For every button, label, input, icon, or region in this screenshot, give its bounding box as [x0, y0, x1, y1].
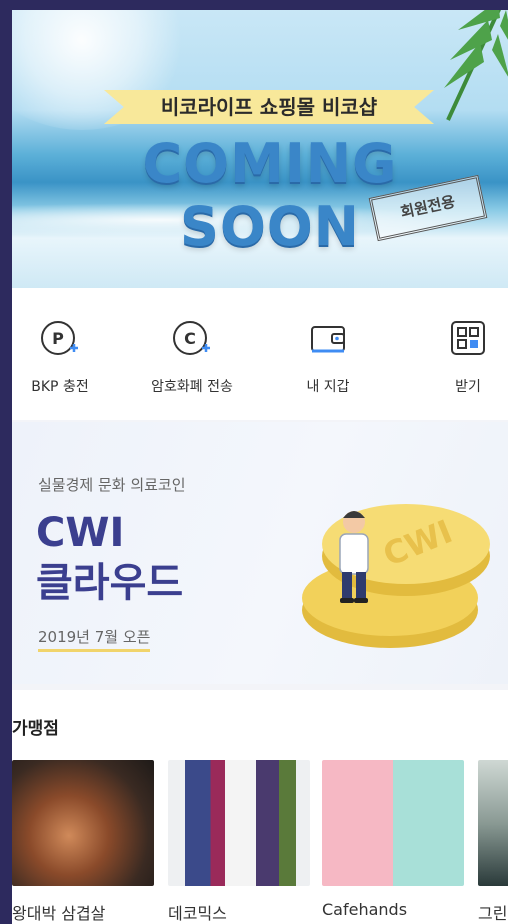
receive-button[interactable]: 받기 — [408, 318, 508, 396]
crypto-send-button[interactable]: C 암호화폐 전송 — [132, 318, 252, 396]
crypto-send-icon: C — [173, 321, 210, 355]
cwi-title: CWI 클라우드 — [36, 508, 183, 608]
affiliate-stores-section: 가맹점 왕대박 삼겹살 데코믹스 Cafehands 그린 — [12, 690, 508, 924]
store-card[interactable]: Cafehands — [322, 760, 464, 919]
affiliate-stores-title: 가맹점 — [12, 719, 59, 739]
quick-actions: P BKP 충전 C 암호화폐 전송 내 지갑 받기 — [12, 288, 508, 420]
cwi-subtitle: 실물경제 문화 의료코인 — [38, 476, 186, 494]
store-image-cafe — [322, 760, 464, 886]
my-wallet-button[interactable]: 내 지갑 — [268, 318, 388, 396]
cwi-open-date: 2019년 7월 오픈 — [38, 626, 151, 652]
my-wallet-label: 내 지갑 — [306, 379, 350, 395]
bkp-charge-button[interactable]: P BKP 충전 — [12, 318, 120, 396]
cwi-title-line2: 클라우드 — [36, 560, 184, 606]
store-image-bbq — [12, 760, 154, 886]
svg-text:C: C — [184, 329, 196, 348]
cwi-coin-illustration: CWI — [302, 504, 490, 648]
bkp-charge-label: BKP 충전 — [31, 379, 89, 395]
store-name: 그린 — [478, 904, 508, 923]
svg-text:P: P — [52, 329, 64, 348]
store-name: 왕대박 삼겹살 — [12, 904, 106, 923]
store-card[interactable]: 왕대박 삼겹살 — [12, 760, 154, 924]
store-card[interactable]: 그린 — [478, 760, 508, 924]
app-screen: 비코라이프 쇼핑몰 비코샵 COMING SOON 회원전용 P BKP 충전 … — [12, 10, 508, 924]
wallet-icon — [311, 326, 345, 353]
crypto-send-label: 암호화폐 전송 — [151, 379, 233, 395]
store-image-curtain — [168, 760, 310, 886]
cwi-title-line1: CWI — [36, 510, 125, 556]
coming-soon-banner[interactable]: 비코라이프 쇼핑몰 비코샵 COMING SOON 회원전용 — [12, 10, 508, 288]
qr-receive-icon — [451, 321, 485, 355]
receive-label: 받기 — [455, 379, 481, 395]
store-card[interactable]: 데코믹스 — [168, 760, 310, 924]
cwi-cloud-banner[interactable]: 실물경제 문화 의료코인 CWI 클라우드 2019년 7월 오픈 CWI — [12, 422, 508, 684]
banner-ribbon-text: 비코라이프 쇼핑몰 비코샵 — [160, 95, 378, 119]
store-image-green — [478, 760, 508, 886]
store-name: Cafehands — [322, 900, 408, 919]
store-name: 데코믹스 — [168, 904, 227, 923]
bkp-charge-icon: P — [41, 321, 78, 355]
